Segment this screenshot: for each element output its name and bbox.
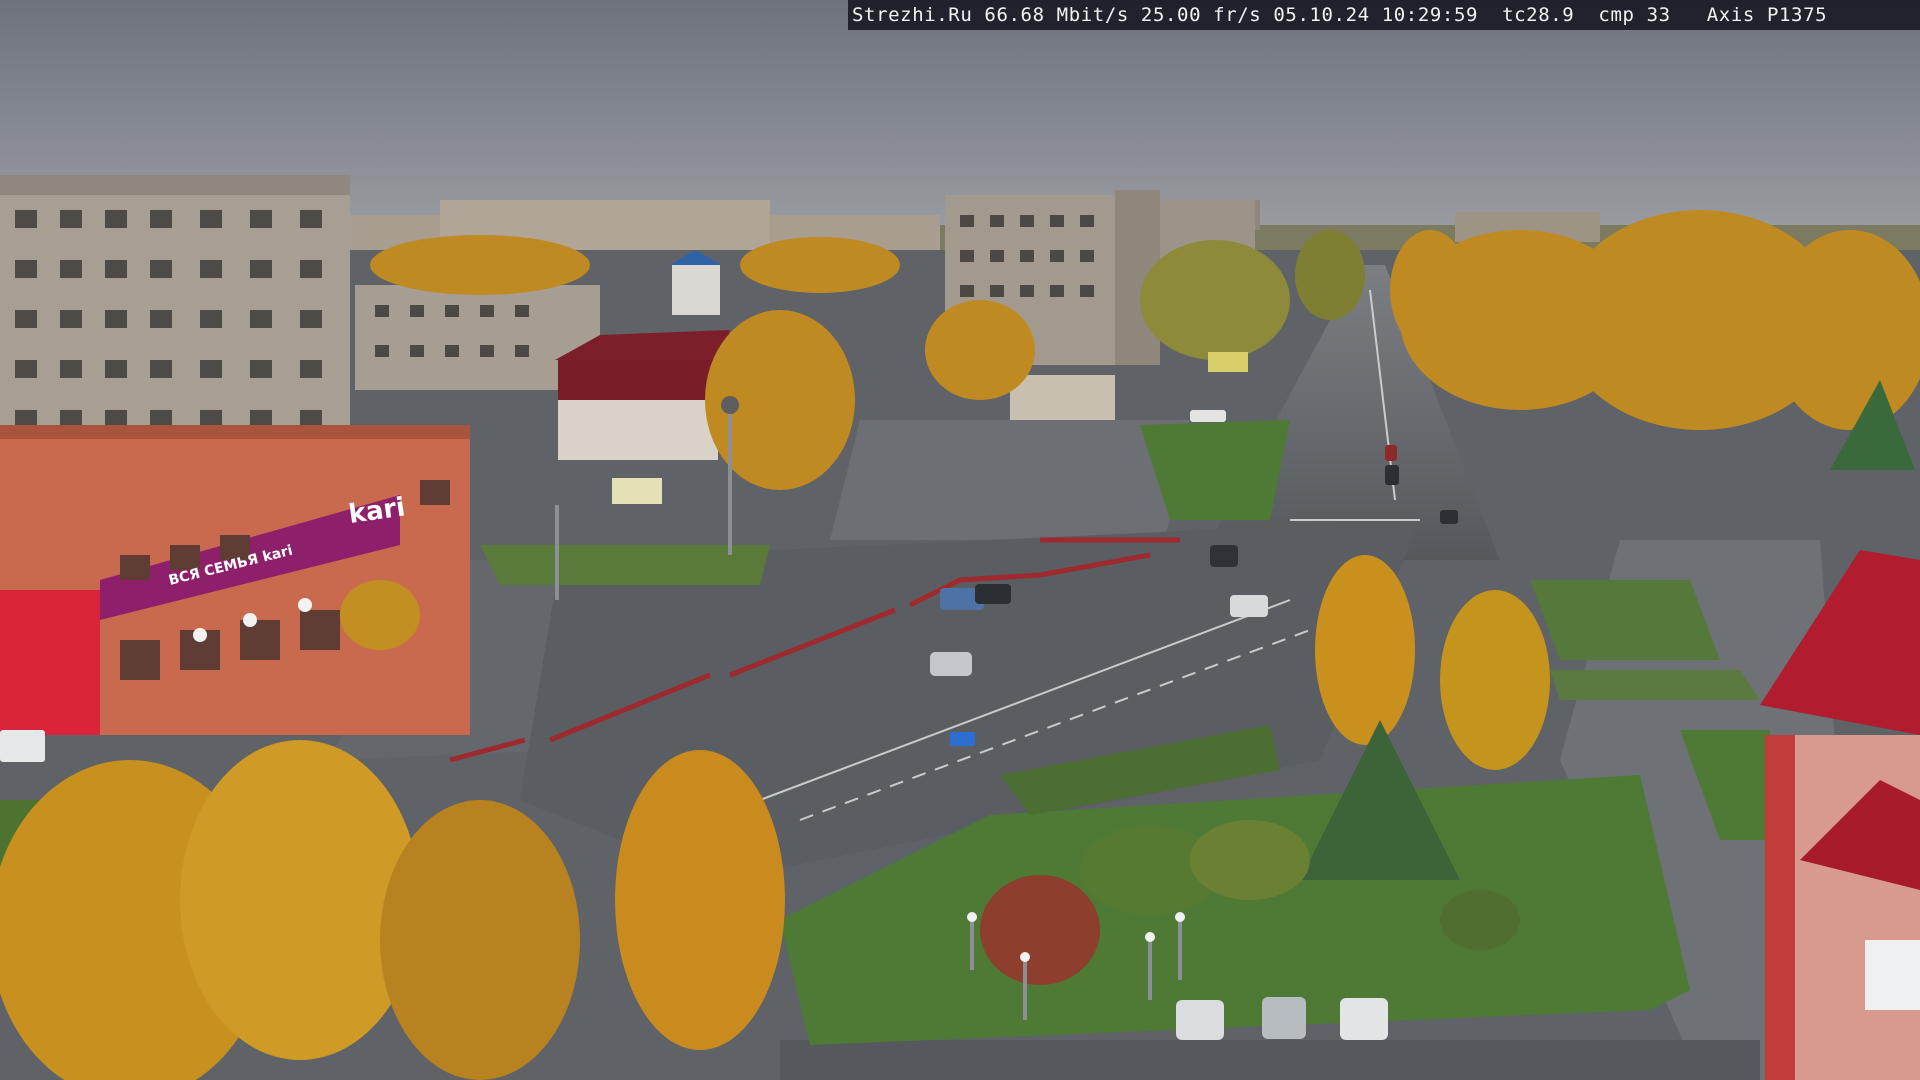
- billboard: [1208, 352, 1248, 372]
- webcam-frame: kari ВСЯ СЕМЬЯ kari Strezhi.Ru 66.68 Mbi…: [0, 0, 1920, 1080]
- red-roof-building: [555, 330, 730, 460]
- tall-lamp-head: [721, 396, 739, 414]
- plaza: [830, 420, 1190, 540]
- pavilion: [1010, 375, 1115, 420]
- city-scene: kari ВСЯ СЕМЬЯ kari: [0, 0, 1920, 1080]
- road-sign-blue: [950, 732, 975, 746]
- bottom-parking: [780, 1040, 1760, 1080]
- kari-store-building: [0, 425, 470, 735]
- camera-overlay-status: Strezhi.Ru 66.68 Mbit/s 25.00 fr/s 05.10…: [848, 0, 1920, 30]
- shop-sign-akvafil: [612, 478, 662, 504]
